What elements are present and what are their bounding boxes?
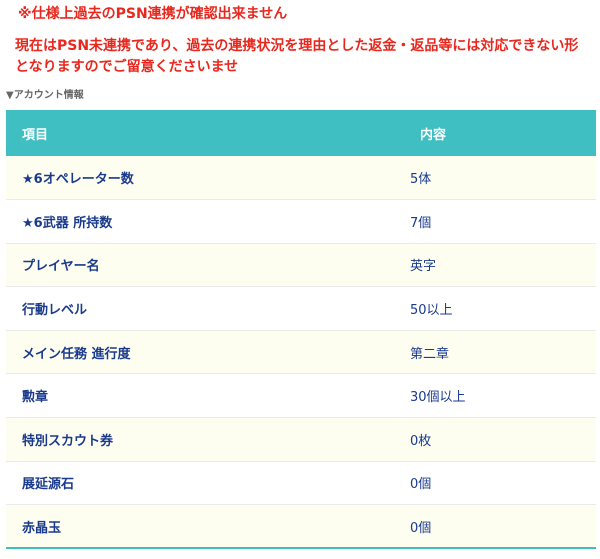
row-item-value: 7個 [404,199,596,244]
row-item-label: プレイヤー名 [6,243,404,288]
row-item-value: 0個 [404,461,596,506]
table-row: 行動レベル 50以上 [6,286,596,331]
psn-warning-title: ※仕様上過去のPSN連携が確認出来ません [18,6,288,22]
row-item-label: 特別スカウト券 [6,417,404,462]
table-row: ★6武器 所持数 7個 [6,199,596,244]
row-item-value: 第二章 [404,330,596,375]
table-row: 展延源石 0個 [6,461,596,506]
table-row: 赤晶玉 0個 [6,504,596,550]
table-row: 特別スカウト券 0枚 [6,417,596,462]
account-info-table: 項目 内容 ★6オペレーター数 5体 ★6武器 所持数 7個 プレイヤー名 英字… [6,110,596,550]
table-row: 勲章 30個以上 [6,373,596,419]
table-row: ★6オペレーター数 5体 [6,156,596,201]
row-item-label: ★6オペレーター数 [6,156,404,201]
row-item-label: 展延源石 [6,461,404,506]
table-row: プレイヤー名 英字 [6,243,596,288]
row-item-label: 行動レベル [6,286,404,331]
column-header-value: 内容 [404,110,596,156]
row-item-value: 0個 [404,504,596,550]
row-item-label: メイン任務 進行度 [6,330,404,375]
table-header-row: 項目 内容 [6,110,596,156]
row-item-value: 0枚 [404,417,596,462]
section-heading-account-info: ▼アカウント情報 [6,90,84,101]
row-item-label: 勲章 [6,373,404,419]
refund-notice: 現在はPSN未連携であり、過去の連携状況を理由とした返金・返品等には対応できない… [15,36,600,78]
row-item-label: 赤晶玉 [6,504,404,550]
row-item-value: 50以上 [404,286,596,331]
row-item-label: ★6武器 所持数 [6,199,404,244]
column-header-item: 項目 [6,110,404,156]
row-item-value: 英字 [404,243,596,288]
refund-notice-line-1: 現在はPSN未連携であり、過去の連携状況を理由とした返金・返品等には対応できない… [15,38,579,54]
row-item-value: 30個以上 [404,373,596,419]
table-row: メイン任務 進行度 第二章 [6,330,596,375]
row-item-value: 5体 [404,156,596,201]
refund-notice-line-2: となりますのでご留意くださいませ [15,59,239,75]
